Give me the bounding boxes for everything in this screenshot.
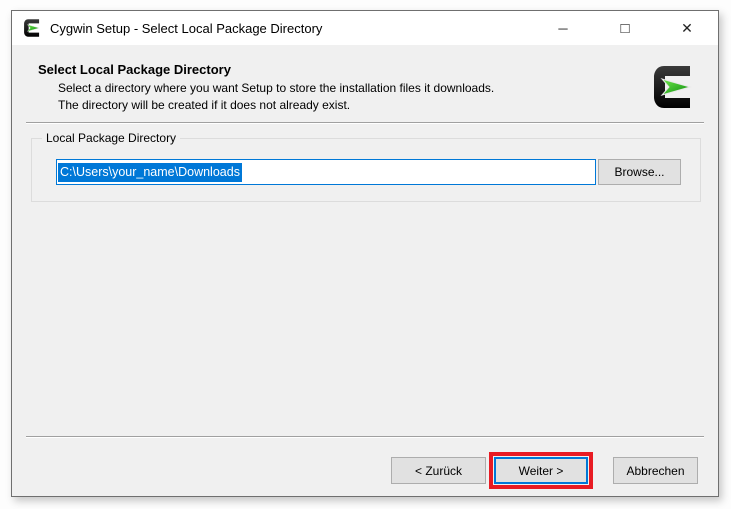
directory-input[interactable]: C:\Users\your_name\Downloads <box>56 159 596 185</box>
title-bar[interactable]: Cygwin Setup - Select Local Package Dire… <box>12 11 718 45</box>
cygwin-app-icon <box>22 18 42 38</box>
annotation-highlight-box: Weiter > <box>489 452 593 489</box>
setup-wizard-window: Cygwin Setup - Select Local Package Dire… <box>11 10 719 497</box>
page-description-line1: Select a directory where you want Setup … <box>58 81 494 95</box>
window-title: Cygwin Setup - Select Local Package Dire… <box>50 21 322 36</box>
page-title: Select Local Package Directory <box>38 62 231 77</box>
cancel-button[interactable]: Abbrechen <box>613 457 698 484</box>
cygwin-logo-icon <box>649 63 697 111</box>
footer-separator <box>26 436 704 438</box>
next-button[interactable]: Weiter > <box>494 457 588 484</box>
directory-input-value: C:\Users\your_name\Downloads <box>58 163 242 182</box>
window-controls: ─ □ ✕ <box>532 11 718 45</box>
browse-button[interactable]: Browse... <box>598 159 681 185</box>
minimize-icon[interactable]: ─ <box>532 11 594 45</box>
close-icon[interactable]: ✕ <box>656 11 718 45</box>
maximize-icon[interactable]: □ <box>594 11 656 45</box>
header-separator <box>26 122 704 124</box>
back-button[interactable]: < Zurück <box>391 457 486 484</box>
page-description-line2: The directory will be created if it does… <box>58 98 350 112</box>
group-label: Local Package Directory <box>42 131 180 145</box>
